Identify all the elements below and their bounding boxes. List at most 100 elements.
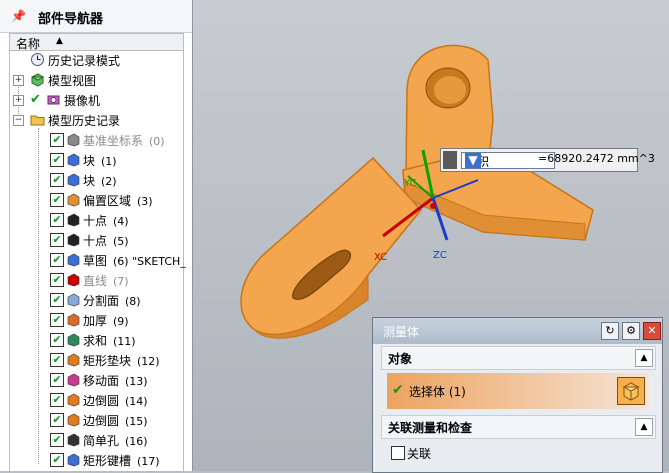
feature-node[interactable]: ✔ 草图 (6) "SKETCH_ <box>10 250 186 270</box>
tree-node-cameras[interactable]: + ✔ 摄像机 <box>10 90 183 110</box>
feature-label: 偏置区域 (3) <box>83 192 153 209</box>
feature-visibility-checkbox[interactable]: ✔ <box>50 413 64 427</box>
select-body-row[interactable]: ✔ 选择体 (1) <box>387 373 649 409</box>
point-icon <box>66 232 81 247</box>
feature-label: 基准坐标系 (0) <box>83 132 165 149</box>
sort-ascending-icon[interactable]: ▲ <box>56 36 63 46</box>
expand-icon[interactable]: + <box>13 75 24 86</box>
feature-visibility-checkbox[interactable]: ✔ <box>50 173 64 187</box>
feature-index: (2) <box>101 175 117 188</box>
feature-visibility-checkbox[interactable]: ✔ <box>50 233 64 247</box>
tree-node-model-views[interactable]: + 模型视图 <box>10 70 183 90</box>
section-objects[interactable]: 对象 ▲ <box>381 346 656 370</box>
reset-icon[interactable]: ↻ <box>601 322 619 340</box>
feature-node[interactable]: ✔ 矩形键槽 (17) <box>10 450 183 470</box>
feature-node[interactable]: ✔ 简单孔 (16) <box>10 430 183 450</box>
feature-label: 简单孔 (16) <box>83 432 148 449</box>
feature-visibility-checkbox[interactable]: ✔ <box>50 393 64 407</box>
associative-checkbox[interactable] <box>391 446 405 460</box>
feature-node[interactable]: ✔ 块 (1) <box>10 150 183 170</box>
feature-label: 块 (1) <box>83 152 117 169</box>
column-header-name[interactable]: 名称 ▲ <box>9 33 184 51</box>
feature-node[interactable]: ✔ 加厚 (9) <box>10 310 183 330</box>
feature-visibility-checkbox[interactable]: ✔ <box>50 193 64 207</box>
feature-visibility-checkbox[interactable]: ✔ <box>50 273 64 287</box>
feature-label: 十点 (4) <box>83 212 129 229</box>
divide-face-icon <box>66 292 81 307</box>
offset-region-icon <box>66 192 81 207</box>
measure-value: =68920.2472 mm^3 <box>538 152 655 165</box>
feature-node[interactable]: ✔ 边倒圆 (14) <box>10 390 183 410</box>
measure-bodies-dialog: 测量体 ↻ ⚙ ✕ 对象 ▲ ✔ 选择体 (1) 关联测量和检查 ▲ 关联 <box>372 317 663 473</box>
navigator-header: 📌 部件导航器 <box>0 0 192 33</box>
feature-name: 移动面 <box>83 374 120 388</box>
hole-icon <box>66 432 81 447</box>
feature-index: (9) <box>113 315 129 328</box>
camera-icon <box>46 92 61 107</box>
feature-visibility-checkbox[interactable]: ✔ <box>50 373 64 387</box>
collapse-icon[interactable]: − <box>13 115 24 126</box>
feature-index: (17) <box>137 455 160 468</box>
folder-icon <box>30 112 45 127</box>
feature-index: (14) <box>125 395 148 408</box>
dialog-title: 测量体 <box>383 325 420 339</box>
feature-node[interactable]: ✔ 十点 (4) <box>10 210 183 230</box>
feature-node[interactable]: ✔ 求和 (11) <box>10 330 183 350</box>
feature-name: 简单孔 <box>83 434 120 448</box>
feature-node[interactable]: ✔ 块 (2) <box>10 170 183 190</box>
tree-node-label: 历史记录模式 <box>48 54 121 68</box>
feature-visibility-checkbox[interactable]: ✔ <box>50 353 64 367</box>
feature-index: (0) <box>149 135 165 148</box>
body-select-icon[interactable] <box>617 377 645 405</box>
feature-name: 直线 <box>83 274 108 288</box>
expand-icon[interactable]: + <box>13 95 24 106</box>
feature-visibility-checkbox[interactable]: ✔ <box>50 293 64 307</box>
feature-visibility-checkbox[interactable]: ✔ <box>50 433 64 447</box>
navigator-tree: 历史记录模式 + 模型视图 + ✔ 摄像机 − 模型历史记录 ✔ 基准坐标系 (0)… <box>9 50 186 471</box>
tree-node-label: 摄像机 <box>64 94 101 108</box>
section-related-checks[interactable]: 关联测量和检查 ▲ <box>381 415 656 439</box>
feature-visibility-checkbox[interactable]: ✔ <box>50 333 64 347</box>
tree-node-history-mode[interactable]: 历史记录模式 <box>10 50 183 70</box>
feature-index: (6) "SKETCH_ <box>113 255 186 268</box>
section-label: 关联测量和检查 <box>388 421 473 435</box>
feature-index: (1) <box>101 155 117 168</box>
drag-handle[interactable] <box>443 151 457 169</box>
axis-label-x: XC <box>374 252 387 263</box>
gear-icon[interactable]: ⚙ <box>622 322 640 340</box>
feature-index: (13) <box>125 375 148 388</box>
feature-node[interactable]: ✔ 边倒圆 (15) <box>10 410 183 430</box>
navigator-title: 部件导航器 <box>38 12 104 27</box>
feature-node[interactable]: ✔ 移动面 (13) <box>10 370 183 390</box>
feature-visibility-checkbox[interactable]: ✔ <box>50 213 64 227</box>
feature-node[interactable]: ✔ 分割面 (8) <box>10 290 183 310</box>
tree-node-model-history[interactable]: − 模型历史记录 <box>10 110 183 130</box>
collapse-icon[interactable]: ▲ <box>635 418 653 436</box>
feature-name: 矩形垫块 <box>83 354 132 368</box>
feature-name: 分割面 <box>83 294 120 308</box>
feature-node[interactable]: ✔ 偏置区域 (3) <box>10 190 183 210</box>
feature-visibility-checkbox[interactable]: ✔ <box>50 313 64 327</box>
collapse-icon[interactable]: ▲ <box>635 349 653 367</box>
edge-blend-icon <box>66 392 81 407</box>
feature-index: (5) <box>113 235 129 248</box>
feature-label: 矩形键槽 (17) <box>83 452 160 469</box>
feature-name: 偏置区域 <box>83 194 132 208</box>
edge-blend-icon <box>66 412 81 427</box>
block-icon <box>66 172 81 187</box>
feature-node[interactable]: ✔ 直线 (7) <box>10 270 183 290</box>
feature-index: (11) <box>113 335 136 348</box>
close-icon[interactable]: ✕ <box>643 322 661 340</box>
feature-visibility-checkbox[interactable]: ✔ <box>50 133 64 147</box>
section-label: 对象 <box>388 352 413 366</box>
feature-visibility-checkbox[interactable]: ✔ <box>50 153 64 167</box>
feature-index: (12) <box>137 355 160 368</box>
feature-visibility-checkbox[interactable]: ✔ <box>50 453 64 467</box>
pin-icon[interactable]: 📌 <box>11 9 26 23</box>
angled-arm <box>240 156 422 335</box>
chevron-down-icon[interactable]: ▼ <box>465 153 481 168</box>
feature-node[interactable]: ✔ 矩形垫块 (12) <box>10 350 183 370</box>
feature-visibility-checkbox[interactable]: ✔ <box>50 253 64 267</box>
feature-node[interactable]: ✔ 基准坐标系 (0) <box>10 130 183 150</box>
feature-node[interactable]: ✔ 十点 (5) <box>10 230 183 250</box>
